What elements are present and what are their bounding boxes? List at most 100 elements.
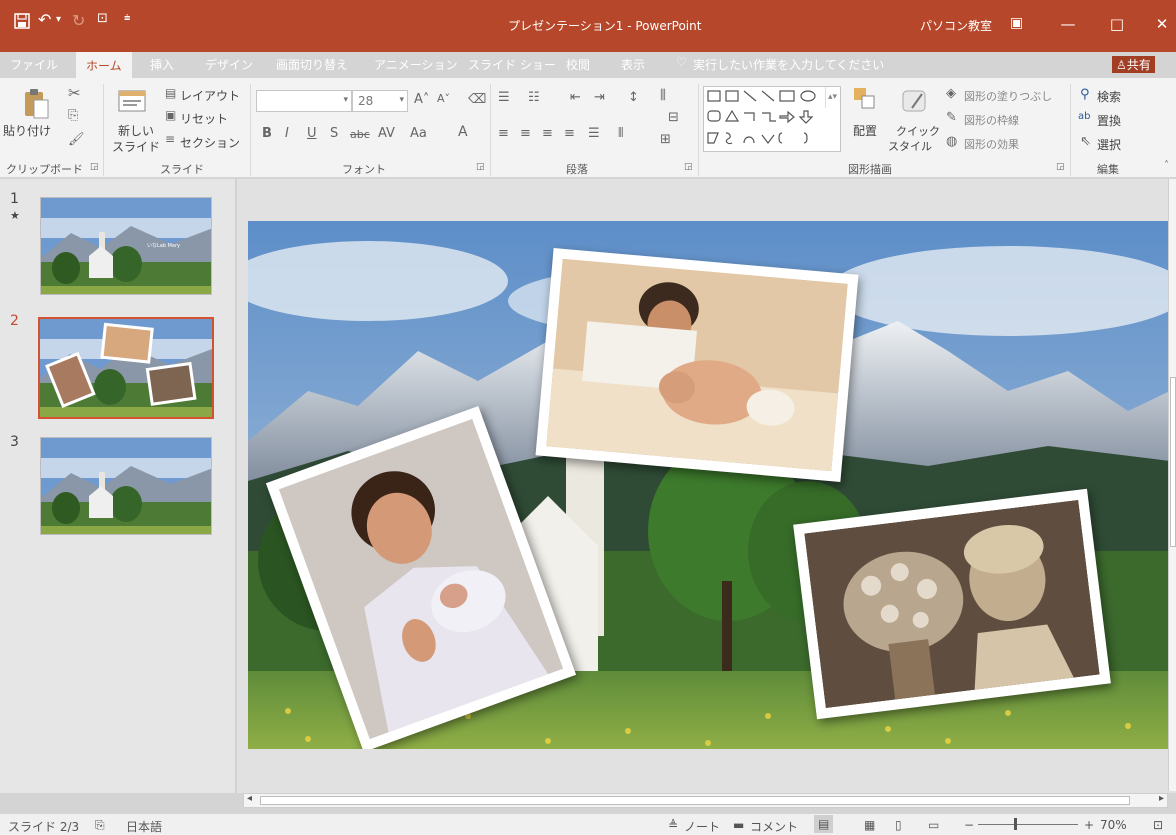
smartart-icon[interactable]: ⊞ (660, 132, 671, 147)
copy-icon[interactable]: ⎘ (68, 108, 78, 123)
paste-label[interactable]: 貼り付け (3, 122, 51, 139)
comments-button[interactable]: コメント (750, 818, 798, 835)
undo-icon[interactable]: ↶ (38, 10, 51, 29)
justify-icon[interactable]: ≡ (564, 126, 575, 141)
numbering-icon[interactable]: ☷ (528, 90, 540, 105)
zoom-slider[interactable] (978, 824, 1078, 825)
drawing-launcher-icon[interactable]: ◲ (1056, 162, 1065, 172)
decrease-indent-icon[interactable]: ⇤ (570, 90, 581, 105)
font-launcher-icon[interactable]: ◲ (476, 162, 485, 172)
comment-icon[interactable]: ▬ (733, 818, 744, 832)
increase-font-icon[interactable]: A˄ (414, 92, 429, 107)
distributed-icon[interactable]: ☰ (588, 126, 600, 141)
shape-outline-button[interactable]: 図形の枠線 (964, 112, 1019, 128)
redo-icon[interactable]: ↻ (72, 11, 85, 30)
text-direction-icon[interactable]: ⫼ (660, 88, 666, 103)
slide-thumbnail-2[interactable] (38, 317, 214, 419)
font-color-icon[interactable]: A (458, 124, 468, 140)
zoom-slider-thumb[interactable] (1014, 818, 1017, 830)
start-slideshow-icon[interactable]: ⊡ (97, 11, 108, 26)
shapes-gallery[interactable]: ▴▾ (703, 86, 841, 152)
fit-to-window-icon[interactable]: ⊡ (1153, 818, 1163, 832)
tab-transitions[interactable]: 画面切り替え (276, 56, 348, 73)
new-slide-icon[interactable] (117, 87, 149, 115)
undo-dropdown-icon[interactable]: ▾ (56, 14, 61, 25)
find-button[interactable]: 検索 (1097, 88, 1121, 105)
scrollbar-thumb[interactable] (260, 796, 1130, 805)
character-spacing-icon[interactable]: AV (378, 126, 395, 141)
share-button[interactable]: ♙共有 (1112, 56, 1155, 73)
zoom-level[interactable]: 70% (1100, 818, 1127, 832)
new-slide-label-1[interactable]: 新しい (118, 122, 154, 139)
tab-slideshow[interactable]: スライド ショー (468, 56, 556, 73)
change-case-button[interactable]: Aa (410, 126, 427, 141)
strikethrough-button[interactable]: abc (350, 128, 370, 141)
minimize-button[interactable]: — (1053, 15, 1083, 33)
spell-check-icon[interactable]: ⎘ (95, 818, 105, 833)
tab-home[interactable]: ホーム (76, 52, 132, 78)
align-text-icon[interactable]: ⊟ (668, 110, 679, 125)
tab-animations[interactable]: アニメーション (374, 56, 458, 73)
scroll-left-icon[interactable]: ◂ (247, 793, 252, 804)
zoom-in-icon[interactable]: + (1084, 818, 1094, 832)
user-name[interactable]: パソコン教室 (920, 17, 992, 34)
photo-sepia-child[interactable] (793, 488, 1111, 720)
vertical-scrollbar-thumb[interactable] (1170, 377, 1176, 547)
quick-styles-label-2[interactable]: スタイル (888, 138, 932, 154)
horizontal-scrollbar[interactable]: ◂ ▸ (243, 793, 1168, 808)
layout-button[interactable]: レイアウト (180, 87, 240, 104)
replace-button[interactable]: 置換 (1097, 112, 1121, 129)
align-left-icon[interactable]: ≡ (498, 126, 509, 141)
quick-styles-label-1[interactable]: クイック (896, 123, 940, 139)
shape-fill-button[interactable]: 図形の塗りつぶし (964, 88, 1052, 104)
tell-me-input[interactable]: 実行したい作業を入力してください (693, 56, 884, 73)
shape-effects-icon[interactable]: ◍ (946, 134, 957, 149)
tab-design[interactable]: デザイン (205, 56, 253, 73)
shape-effects-button[interactable]: 図形の効果 (964, 136, 1019, 152)
find-icon[interactable]: ⚲ (1080, 87, 1090, 102)
reading-view-icon[interactable]: ▯ (895, 818, 902, 832)
normal-view-icon[interactable]: ▤ (814, 815, 834, 833)
bullets-icon[interactable]: ☰ (498, 90, 510, 105)
language-label[interactable]: 日本語 (126, 818, 162, 835)
arrange-button[interactable]: 配置 (853, 122, 877, 139)
shape-outline-icon[interactable]: ✎ (946, 110, 957, 125)
cut-icon[interactable]: ✂ (68, 84, 81, 102)
font-name-dropdown[interactable]: ▾ (256, 90, 352, 112)
slide-sorter-icon[interactable]: ▦ (864, 818, 875, 832)
slide-canvas[interactable] (248, 221, 1170, 749)
gallery-scroll-icon[interactable]: ▴▾ (824, 87, 839, 108)
zoom-out-icon[interactable]: − (964, 818, 974, 832)
scroll-right-icon[interactable]: ▸ (1159, 793, 1164, 804)
shape-fill-icon[interactable]: ◈ (946, 86, 956, 101)
customize-toolbar-icon[interactable]: ⩧ (124, 11, 130, 25)
clear-formatting-icon[interactable]: ⌫ (468, 92, 486, 107)
notes-icon[interactable]: ≜ (668, 818, 678, 832)
replace-icon[interactable]: ab (1078, 111, 1090, 122)
slide-thumbnail-1[interactable]: いなLab Mary (40, 197, 212, 295)
increase-indent-icon[interactable]: ⇥ (594, 90, 605, 105)
select-icon[interactable]: ⇖ (1080, 134, 1091, 149)
arrange-icon[interactable] (852, 86, 878, 112)
paste-icon[interactable] (22, 88, 50, 119)
ribbon-display-options-icon[interactable]: ▣ (1010, 15, 1023, 31)
decrease-font-icon[interactable]: A˅ (437, 92, 450, 105)
collapse-ribbon-icon[interactable]: ˄ (1164, 160, 1169, 171)
section-button[interactable]: セクション (180, 134, 240, 151)
photo-mother-baby-bed[interactable] (535, 248, 859, 482)
bold-button[interactable]: B (262, 126, 272, 141)
columns-icon[interactable]: ⫴ (618, 126, 623, 141)
italic-button[interactable]: I (285, 126, 289, 141)
save-icon[interactable] (14, 13, 30, 33)
tab-insert[interactable]: 挿入 (150, 56, 174, 73)
align-center-icon[interactable]: ≡ (520, 126, 531, 141)
tab-view[interactable]: 表示 (621, 56, 645, 73)
notes-button[interactable]: ノート (684, 818, 720, 835)
align-right-icon[interactable]: ≡ (542, 126, 553, 141)
line-spacing-icon[interactable]: ↕ (628, 90, 639, 105)
new-slide-label-2[interactable]: スライド (112, 138, 160, 155)
underline-button[interactable]: U (307, 126, 317, 141)
tab-review[interactable]: 校閲 (566, 56, 590, 73)
paragraph-launcher-icon[interactable]: ◲ (684, 162, 693, 172)
shadow-button[interactable]: S (330, 126, 338, 141)
